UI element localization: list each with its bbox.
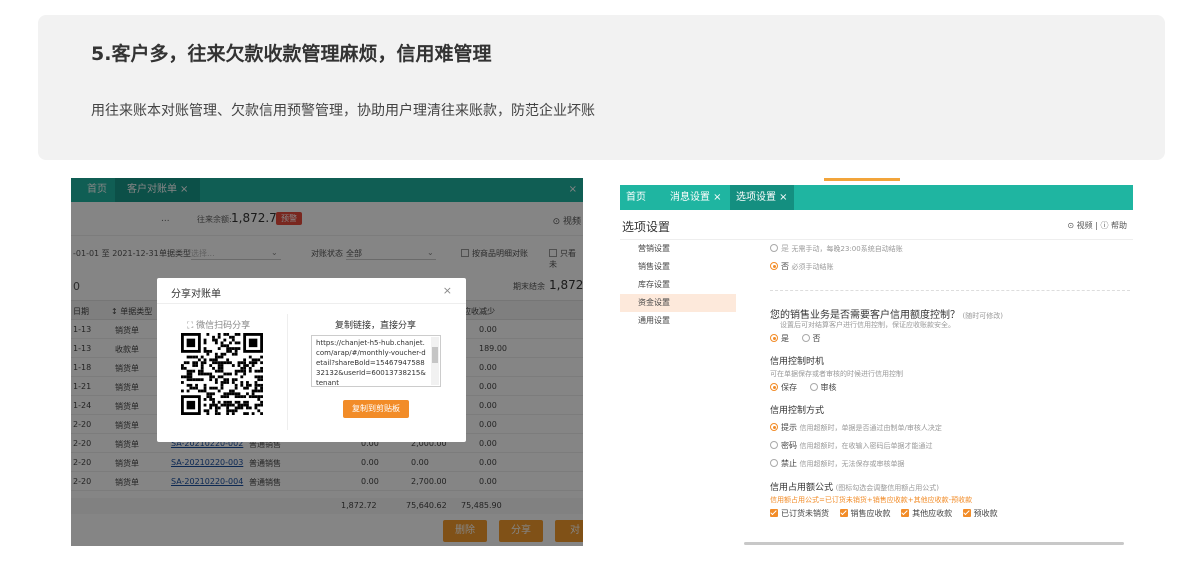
check-label: 销售应收款 [850, 509, 891, 518]
page-header: 选项设置 ⊙ 视频 | ⓘ 帮助 [620, 210, 1133, 240]
tab-home[interactable]: 首页 [620, 185, 652, 210]
option-label: 否 [781, 262, 789, 271]
accent-bar [824, 178, 900, 181]
credit-no[interactable]: 否 [801, 334, 821, 343]
method-forbid[interactable]: 禁止 信用超额时，无法保存或审核单据 [770, 458, 905, 469]
copy-to-clipboard-button[interactable]: 复制到剪贴板 [343, 400, 409, 418]
option-label: 密码 [781, 441, 797, 450]
option-label: 审核 [820, 383, 837, 392]
option-hint: 信用超额时，单据是否通过由制单/审核人决定 [799, 424, 942, 432]
credit-control-options: 是 否 [770, 333, 821, 344]
close-icon[interactable]: × [443, 284, 452, 297]
share-link-text: https://chanjet-h5-hub.chanjet.com/arap/… [316, 339, 426, 387]
timing-subtext: 可在单据保存或者审核的时候进行信用控制 [770, 370, 903, 378]
method-password[interactable]: 密码 信用超额时，在收输入密码后单据才能通过 [770, 440, 933, 451]
option-label: 禁止 [781, 459, 797, 468]
option-label: 是 [781, 334, 789, 343]
share-link-textarea[interactable]: https://chanjet-h5-hub.chanjet.com/arap/… [311, 335, 441, 387]
check-other-receivable[interactable]: 其他应收款 [901, 509, 952, 518]
method-title: 信用控制方式 [770, 406, 825, 416]
radio-icon[interactable] [801, 334, 810, 342]
dialog-header: 分享对账单 × [157, 278, 466, 304]
copy-link-title: 复制链接，直接分享 [335, 321, 417, 331]
question-subtext: 设置后可对结算客户进行信用控制，保证应收账款安全。 [780, 321, 955, 329]
method-prompt[interactable]: 提示 信用超额时，单据是否通过由制单/审核人决定 [770, 422, 942, 433]
settings-sidebar: 营销设置 销售设置 库存设置 资金设置 通用设置 [620, 240, 736, 330]
statement-screenshot: 首页 客户对账单 × × ... 往来余额: 1,872.72 预警 ⊙ 视频 -… [71, 178, 583, 546]
option-label: 提示 [781, 423, 797, 432]
divider [287, 314, 288, 430]
option-label: 保存 [781, 383, 797, 392]
check-prepayment[interactable]: 预收款 [962, 509, 998, 518]
option-hint: 必须手动结账 [791, 263, 834, 271]
tab-message-settings[interactable]: 消息设置 × [664, 185, 728, 210]
tab-option-settings[interactable]: 选项设置 × [730, 185, 794, 210]
option-hint: 信用超额时，无法保存或审核单据 [799, 460, 905, 468]
check-ordered-unsold[interactable]: 已订货未销货 [770, 509, 829, 518]
radio-icon[interactable] [770, 459, 778, 467]
timing-audit[interactable]: 审核 [809, 383, 837, 392]
sidebar-item-funds[interactable]: 资金设置 [620, 294, 736, 312]
timing-options: 保存 审核 [770, 382, 837, 393]
right-tab-bar: 首页 消息设置 × 选项设置 × [620, 185, 1133, 210]
sidebar-item-sales[interactable]: 销售设置 [620, 258, 736, 276]
divider [770, 290, 1130, 291]
option-label: 否 [812, 334, 821, 343]
horizontal-scrollbar[interactable] [736, 541, 1131, 546]
checkbox-checked-icon[interactable] [901, 509, 910, 517]
auto-close-yes[interactable]: 是 无需手动，每晚23:00系统自动结账 [770, 243, 903, 254]
page-title: 选项设置 [622, 220, 671, 234]
checkbox-checked-icon[interactable] [770, 509, 778, 517]
credit-control-question: 您的销售业务是否需要客户信用额度控制？ (随时可修改) [770, 306, 1003, 321]
radio-icon[interactable] [770, 441, 778, 449]
scan-icon: ⛶ [187, 321, 197, 331]
timing-save[interactable]: 保存 [770, 383, 797, 392]
banner-subtitle: 用往来账本对账管理、欠款信用预警管理，协助用户理清往来账款，防范企业坏账 [91, 103, 595, 119]
scrollbar-thumb[interactable] [744, 542, 1124, 545]
options-screenshot: 首页 消息设置 × 选项设置 × 选项设置 ⊙ 视频 | ⓘ 帮助 营销设置 销… [620, 185, 1133, 547]
wechat-share-label: ⛶ 微信扫码分享 [187, 318, 250, 331]
sidebar-item-general[interactable]: 通用设置 [620, 312, 736, 330]
scrollbar-thumb[interactable] [432, 347, 438, 363]
formula-checkboxes: 已订货未销货 销售应收款 其他应收款 预收款 [770, 508, 998, 519]
share-statement-dialog: 分享对账单 × ⛶ 微信扫码分享 复制链接，直接分享 https://chanj… [157, 278, 466, 442]
sidebar-item-marketing[interactable]: 营销设置 [620, 240, 736, 258]
timing-title: 信用控制时机 [770, 357, 825, 367]
check-label: 已订货未销货 [781, 509, 829, 518]
radio-selected-icon[interactable] [770, 423, 778, 431]
checkbox-checked-icon[interactable] [962, 509, 971, 517]
question-hint: (随时可修改) [962, 312, 1004, 320]
sidebar-item-inventory[interactable]: 库存设置 [620, 276, 736, 294]
formula-text: 信用额占用公式=已订货未销货+销售应收款+其他应收款-预收款 [770, 496, 973, 504]
qr-code-image [181, 333, 263, 415]
option-label: 是 [781, 244, 789, 253]
radio-icon[interactable] [809, 383, 818, 391]
auto-close-no[interactable]: 否 必须手动结账 [770, 261, 834, 272]
credit-yes[interactable]: 是 [770, 334, 789, 343]
radio-selected-icon[interactable] [770, 383, 778, 391]
dialog-title: 分享对账单 [171, 289, 221, 300]
option-hint: 无需手动，每晚23:00系统自动结账 [791, 245, 903, 253]
radio-icon[interactable] [770, 244, 778, 252]
banner-title: 5.客户多，往来欠款收款管理麻烦，信用难管理 [91, 43, 492, 65]
check-label: 其他应收款 [912, 509, 953, 518]
option-hint: 信用超额时，在收输入密码后单据才能通过 [799, 442, 933, 450]
feature-banner: 5.客户多，往来欠款收款管理麻烦，信用难管理 用往来账本对账管理、欠款信用预警管… [38, 15, 1165, 160]
formula-heading: 信用占用额公式 (图标勾选会调整信用额占用公式) [770, 480, 939, 493]
radio-selected-icon[interactable] [770, 334, 778, 342]
formula-hint: (图标勾选会调整信用额占用公式) [835, 484, 940, 492]
formula-title: 信用占用额公式 [770, 483, 834, 493]
check-label: 预收款 [973, 509, 998, 518]
video-help-links[interactable]: ⊙ 视频 | ⓘ 帮助 [1067, 220, 1127, 231]
checkbox-checked-icon[interactable] [839, 509, 848, 517]
qr-label-text: 微信扫码分享 [196, 321, 251, 331]
radio-selected-icon[interactable] [770, 262, 778, 270]
check-sales-receivable[interactable]: 销售应收款 [839, 509, 891, 518]
scrollbar[interactable] [431, 337, 439, 385]
